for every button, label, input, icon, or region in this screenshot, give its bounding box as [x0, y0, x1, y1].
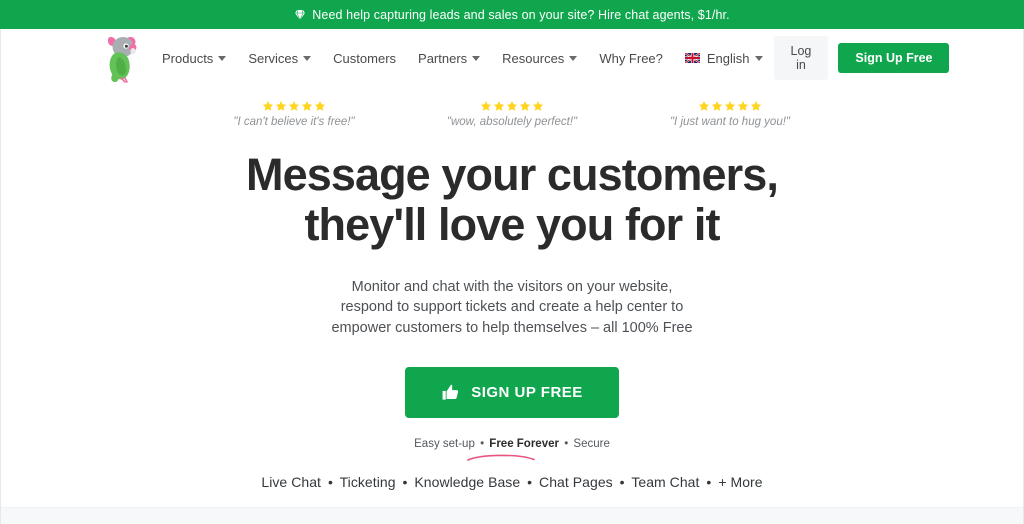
feature-chat-pages: Chat Pages: [539, 473, 613, 490]
feature-separator: •: [706, 473, 712, 490]
hero-subheading: Monitor and chat with the visitors on yo…: [1, 277, 1023, 339]
cta-wrapper: SIGN UP FREE: [1, 366, 1023, 418]
uk-flag-icon: [684, 52, 701, 64]
assurance-free-forever: Free Forever: [489, 437, 559, 450]
nav-item-products[interactable]: Products: [151, 45, 237, 72]
headline-line-1: Message your customers,: [245, 149, 779, 200]
login-button[interactable]: Log in: [773, 36, 829, 80]
star-icon: [480, 101, 492, 111]
star-icon: [288, 101, 300, 111]
page-root: Need help capturing leads and sales on y…: [0, 0, 1024, 524]
testimonials-row: "I can't believe it's free!" "wow, absol…: [1, 100, 1023, 128]
nav-item-resources[interactable]: Resources: [491, 45, 588, 72]
chevron-down-icon: [754, 55, 763, 61]
testimonial-3: "I just want to hug you!": [640, 100, 820, 128]
nav-item-label: Partners: [418, 50, 468, 66]
star-icon: [493, 101, 505, 111]
nav-item-label: Services: [248, 50, 299, 66]
main-navigation: Products Services Customers Partners Res…: [151, 45, 774, 72]
parrot-logo[interactable]: [101, 33, 145, 83]
header-actions: Log in Sign Up Free: [773, 36, 950, 80]
promo-banner-text: Need help capturing leads and sales on y…: [312, 7, 730, 22]
chevron-down-icon: [569, 55, 578, 61]
feature-separator: •: [527, 473, 533, 490]
browser-viewport: Products Services Customers Partners Res…: [0, 29, 1024, 524]
star-icon: [750, 101, 762, 111]
assurance-line: Easy set-up • Free Forever • Secure: [414, 437, 610, 461]
feature-separator: •: [327, 473, 333, 490]
assurance-secure: Secure: [573, 437, 610, 450]
nav-item-why-free[interactable]: Why Free?: [588, 45, 674, 72]
underline-swoosh-icon: [466, 453, 536, 463]
cta-label: SIGN UP FREE: [471, 383, 583, 401]
testimonial-1: "I can't believe it's free!": [204, 100, 384, 128]
testimonial-quote: "wow, absolutely perfect!": [446, 116, 578, 128]
chevron-down-icon: [303, 55, 312, 61]
star-icon: [275, 101, 287, 111]
assurance-easy-setup: Easy set-up: [414, 437, 475, 450]
star-icon: [711, 101, 723, 111]
star-rating: [480, 100, 544, 112]
nav-item-label: Why Free?: [599, 50, 663, 66]
headline-line-2: they'll love you for it: [304, 199, 720, 251]
star-icon: [737, 101, 749, 111]
page-title: Message your customers, they'll love you…: [1, 149, 1023, 251]
feature-list: Live Chat • Ticketing • Knowledge Base •…: [1, 474, 1023, 490]
star-icon: [314, 101, 326, 111]
feature-ticketing: Ticketing: [339, 473, 396, 490]
star-rating: [698, 100, 762, 112]
hero-section: "I can't believe it's free!" "wow, absol…: [1, 87, 1023, 490]
nav-item-label: Products: [162, 50, 214, 66]
nav-item-customers[interactable]: Customers: [322, 45, 407, 72]
language-label: English: [706, 50, 750, 66]
feature-separator: •: [619, 473, 625, 490]
feature-live-chat: Live Chat: [261, 473, 321, 490]
nav-item-partners[interactable]: Partners: [407, 45, 491, 72]
star-icon: [506, 101, 518, 111]
nav-item-services[interactable]: Services: [237, 45, 322, 72]
thumbs-up-icon: [441, 383, 460, 402]
section-divider: [1, 507, 1023, 524]
star-icon: [532, 101, 544, 111]
subhead-line-1: Monitor and chat with the visitors on yo…: [351, 278, 673, 295]
subhead-line-2: respond to support tickets and create a …: [340, 299, 684, 316]
star-rating: [262, 100, 326, 112]
star-icon: [519, 101, 531, 111]
testimonial-quote: "I just want to hug you!": [669, 116, 791, 128]
feature-separator: •: [402, 473, 408, 490]
nav-item-label: Customers: [333, 50, 397, 66]
promo-banner[interactable]: Need help capturing leads and sales on y…: [0, 0, 1024, 29]
site-header: Products Services Customers Partners Res…: [1, 29, 1023, 87]
testimonial-quote: "I can't believe it's free!": [233, 116, 355, 128]
language-selector[interactable]: English: [674, 45, 774, 72]
gem-icon: [294, 9, 306, 21]
signup-free-button-header[interactable]: Sign Up Free: [838, 43, 950, 73]
assurance-separator: •: [480, 437, 485, 450]
chevron-down-icon: [218, 55, 227, 61]
feature-knowledge-base: Knowledge Base: [414, 473, 521, 490]
signup-free-cta-button[interactable]: SIGN UP FREE: [405, 366, 619, 418]
testimonial-2: "wow, absolutely perfect!": [422, 100, 602, 128]
star-icon: [724, 101, 736, 111]
subhead-line-3: empower customers to help themselves – a…: [331, 319, 693, 336]
chevron-down-icon: [472, 55, 481, 61]
star-icon: [262, 101, 274, 111]
star-icon: [698, 101, 710, 111]
feature-more: + More: [718, 473, 763, 490]
star-icon: [301, 101, 313, 111]
assurance-separator: •: [564, 437, 569, 450]
nav-item-label: Resources: [502, 50, 565, 66]
feature-team-chat: Team Chat: [631, 473, 700, 490]
